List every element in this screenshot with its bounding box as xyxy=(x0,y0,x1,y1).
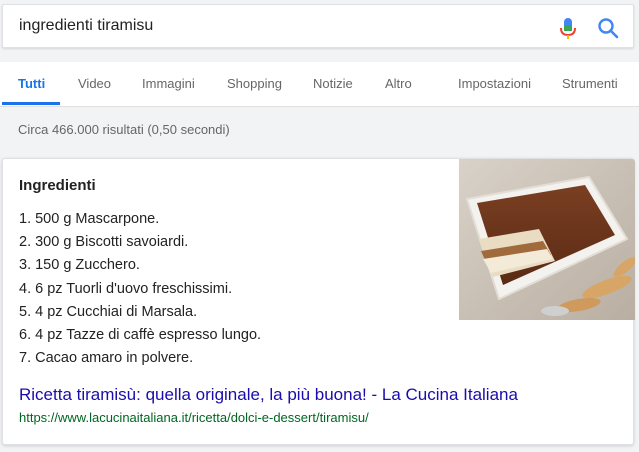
search-tabs: Tutti Video Immagini Shopping Notizie Al… xyxy=(0,62,639,107)
search-bar[interactable]: ingredienti tiramisu xyxy=(2,4,634,48)
tab-notizie[interactable]: Notizie xyxy=(313,76,353,91)
list-item: 7. Cacao amaro in polvere. xyxy=(19,350,194,367)
list-item: 4. 6 pz Tuorli d'uovo freschissimi. xyxy=(19,280,233,297)
list-item: 3. 150 g Zucchero. xyxy=(19,257,140,274)
tab-tutti[interactable]: Tutti xyxy=(18,76,45,91)
list-item: 5. 4 pz Cucchiai di Marsala. xyxy=(19,303,198,320)
result-url[interactable]: https://www.lacucinaitaliana.it/ricetta/… xyxy=(19,410,369,425)
snippet-title: Ingredienti xyxy=(19,177,96,194)
search-icon[interactable] xyxy=(597,17,619,39)
search-input[interactable]: ingredienti tiramisu xyxy=(19,17,153,35)
featured-snippet: Ingredienti 1. 500 g Mascarpone. 2. 300 … xyxy=(2,158,635,445)
result-stats: Circa 466.000 risultati (0,50 secondi) xyxy=(18,122,230,137)
tab-video[interactable]: Video xyxy=(78,76,111,91)
list-item: 1. 500 g Mascarpone. xyxy=(19,211,160,227)
tab-shopping[interactable]: Shopping xyxy=(227,76,282,91)
tab-strumenti[interactable]: Strumenti xyxy=(562,76,618,91)
tab-altro[interactable]: Altro xyxy=(385,76,412,91)
tiramisu-image[interactable] xyxy=(459,159,635,320)
tab-immagini[interactable]: Immagini xyxy=(142,76,195,91)
list-item: 2. 300 g Biscotti savoiardi. xyxy=(19,234,189,251)
result-title-link[interactable]: Ricetta tiramisù: quella originale, la p… xyxy=(19,385,518,405)
tab-impostazioni[interactable]: Impostazioni xyxy=(458,76,531,91)
list-item: 6. 4 pz Tazze di caffè espresso lungo. xyxy=(19,326,262,343)
ingredient-list: 1. 500 g Mascarpone. 2. 300 g Biscotti s… xyxy=(19,209,261,371)
microphone-icon[interactable] xyxy=(559,18,577,40)
active-tab-indicator xyxy=(2,102,60,105)
